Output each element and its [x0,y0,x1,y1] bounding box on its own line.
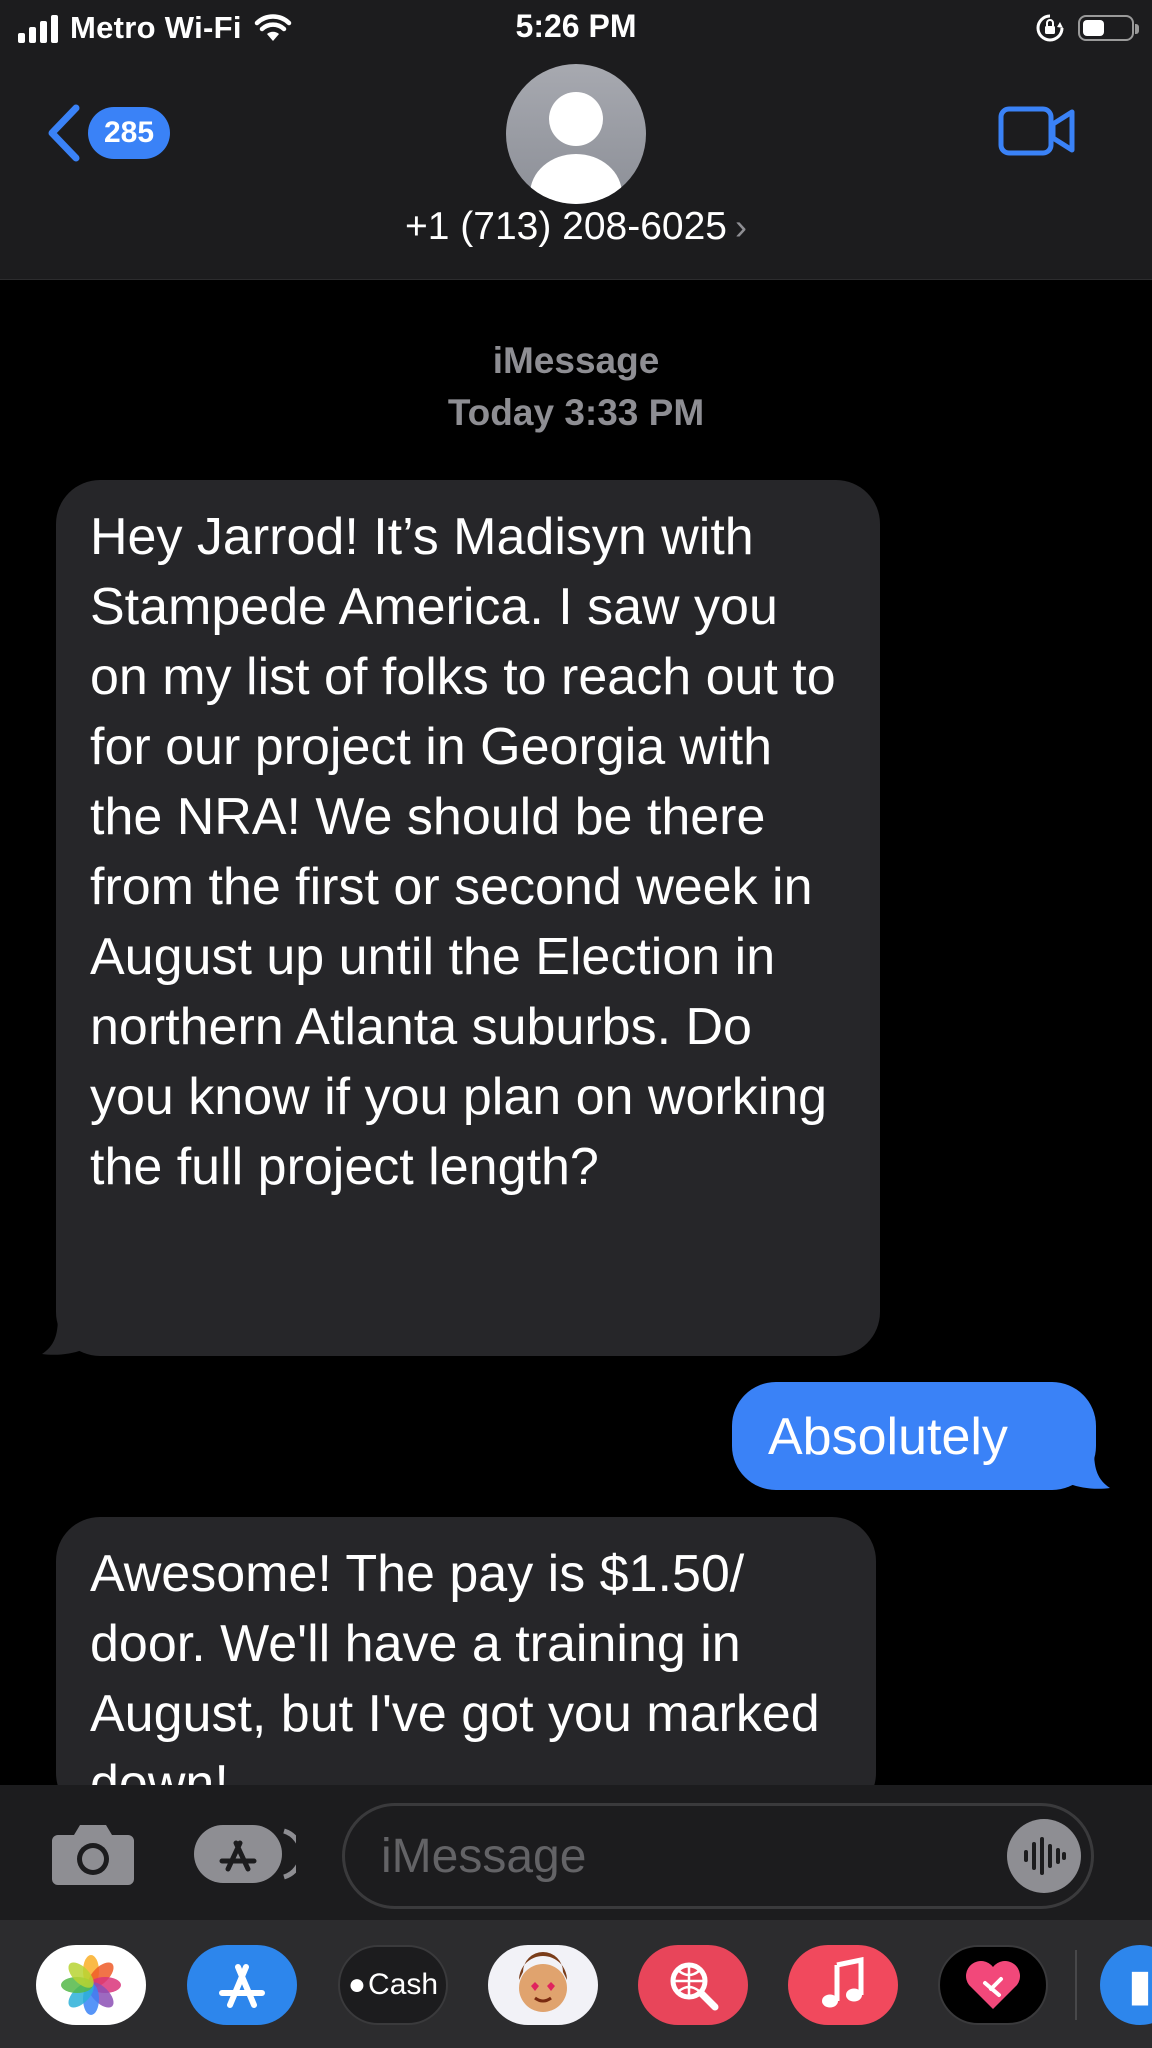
conversation-header: 285 +1 (713) 208-6025 › [0,60,1152,280]
camera-button[interactable] [50,1821,136,1892]
back-chevron-icon [48,104,80,162]
bubble-tail [1070,1450,1110,1489]
clock: 5:26 PM [515,8,637,44]
music-note-icon [822,1957,864,2008]
contact-name[interactable]: +1 (713) 208-6025 › [0,205,1152,249]
digital-touch-app-button[interactable] [938,1945,1048,2025]
apple-cash-app-button[interactable]: ● Cash [338,1945,448,2025]
service-label: iMessage [492,340,660,381]
orientation-lock-icon [1036,14,1064,42]
received-message-bubble[interactable]: Hey Jarrod! It’s Madisyn with Stampede A… [42,480,880,1356]
drawer-divider [1075,1950,1077,2020]
chevron-right-icon: › [735,206,747,247]
contact-number: +1 (713) 208-6025 [405,205,727,248]
message-input[interactable] [379,1824,983,1888]
app-store-icon [219,1964,265,2008]
store-icon: ▮ [1127,1960,1152,2010]
camera-icon [52,1825,134,1885]
app-drawer: ● Cash ▮ [0,1920,1152,2048]
cash-label: Cash [368,1968,439,2001]
memoji-app-button[interactable] [488,1945,598,2025]
photos-icon [61,1955,121,2015]
images-search-app-button[interactable] [638,1945,748,2025]
bubble-tail [42,1316,82,1355]
compose-bar [0,1785,1152,1920]
apple-logo-icon: ● [347,1968,367,2001]
status-bar: Metro Wi-Fi 5:26 PM [0,0,1152,60]
back-button[interactable]: 285 [44,102,171,164]
contact-avatar-icon[interactable] [506,64,646,204]
video-call-button[interactable] [998,104,1076,163]
audio-message-button[interactable] [1007,1819,1081,1893]
battery-icon [1078,15,1139,41]
photos-app-button[interactable] [36,1945,146,2025]
message-timestamp: Today 3:33 PM [447,392,705,433]
app-store-app-button[interactable] [187,1945,297,2025]
message-input-field[interactable] [342,1803,1094,1909]
memoji-icon [519,1952,567,2012]
more-apps-button[interactable]: ▮ [1100,1945,1152,2025]
unread-count-badge: 285 [88,107,171,159]
thread-meta: iMessage Today 3:33 PM [0,335,1152,439]
waveform-icon [1024,1837,1066,1875]
message-text: Absolutely [768,1408,1008,1466]
message-thread[interactable]: iMessage Today 3:33 PM Hey Jarrod! It’s … [0,280,1152,1785]
heart-icon [966,1961,1020,2009]
app-store-icon [194,1825,304,1883]
music-app-button[interactable] [788,1945,898,2025]
message-text: Hey Jarrod! It’s Madisyn with Stampede A… [90,508,836,1196]
status-right [1034,12,1139,44]
received-message-bubble[interactable]: Awesome! The pay is $1.50/ door. We'll h… [56,1517,876,1785]
video-call-icon [998,106,1075,156]
message-text: Awesome! The pay is $1.50/ door. We'll h… [90,1545,820,1785]
apps-button[interactable] [192,1823,304,1890]
globe-search-icon [670,1962,719,2011]
sent-message-bubble[interactable]: Absolutely [732,1382,1110,1490]
